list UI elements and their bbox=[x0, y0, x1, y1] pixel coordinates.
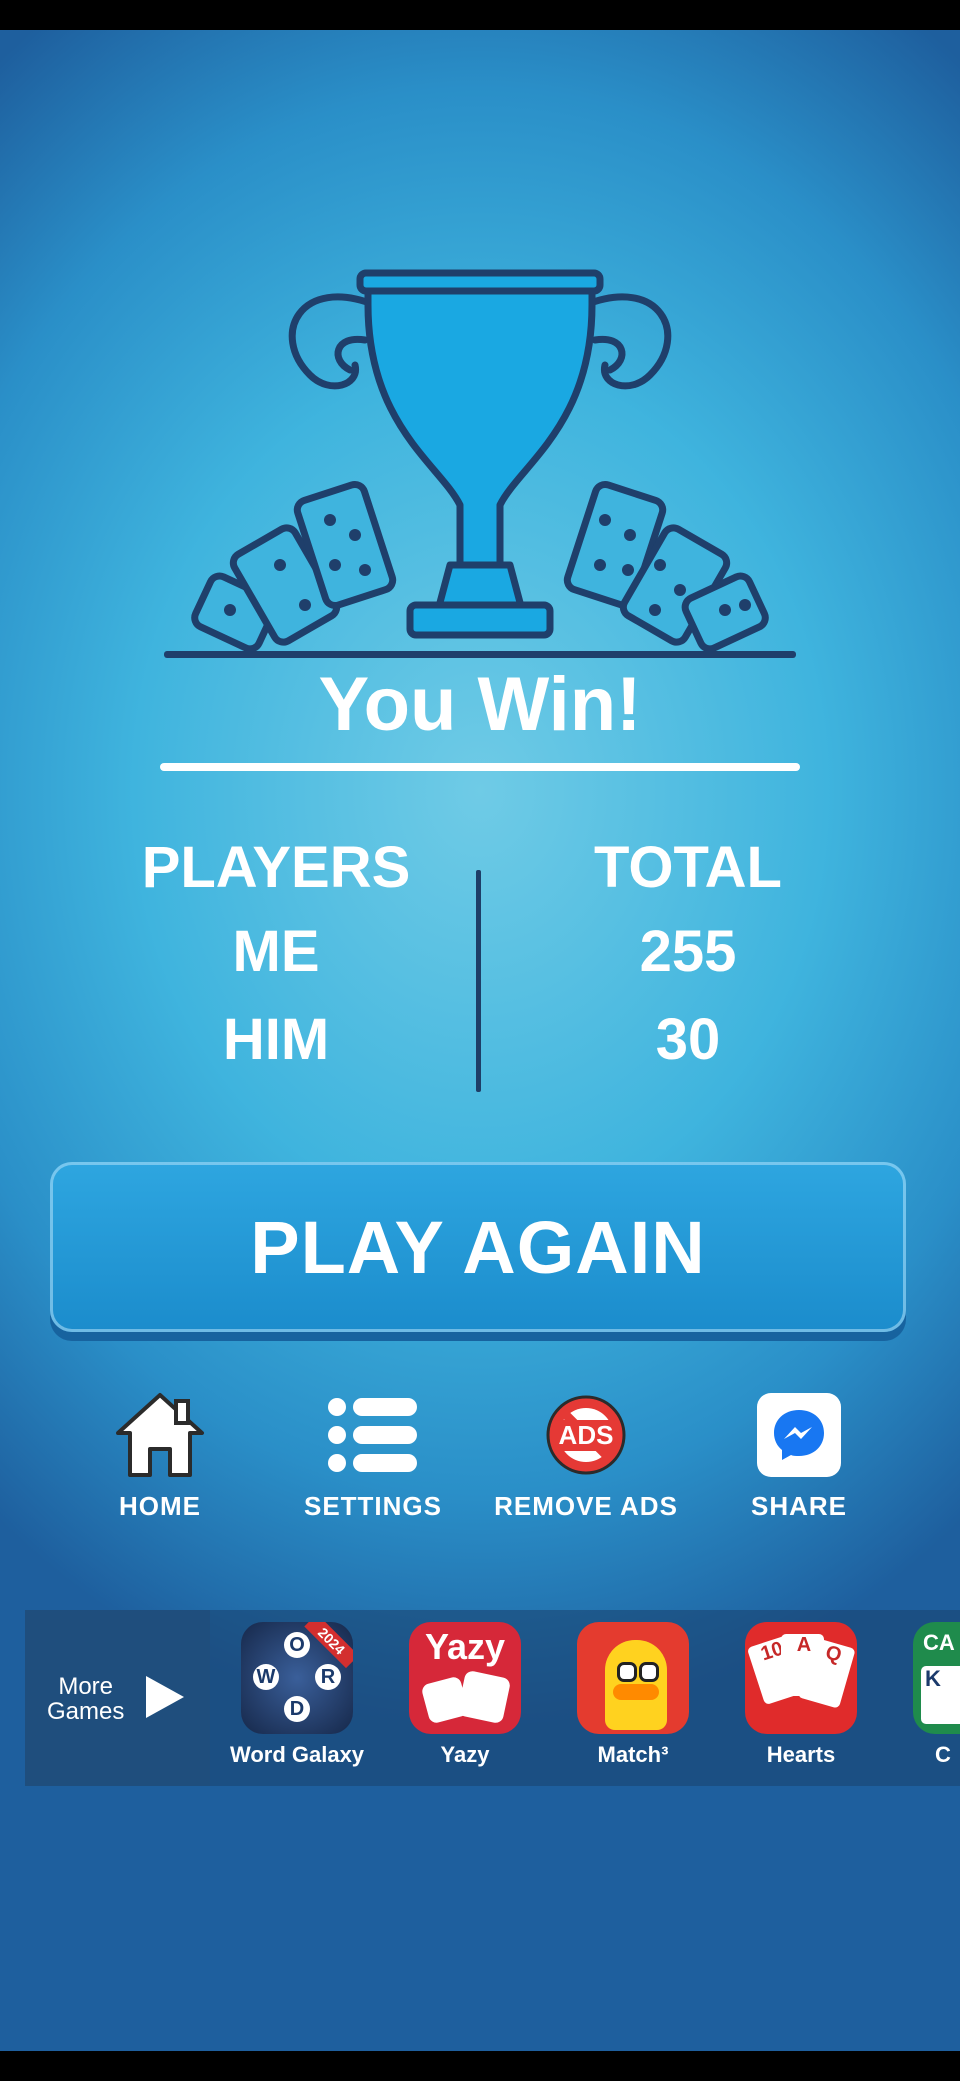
total-header: TOTAL bbox=[594, 835, 782, 900]
game-tile-match3[interactable]: Match³ bbox=[553, 1622, 713, 1768]
game-tile-hearts[interactable]: 10 A Q Hearts bbox=[721, 1622, 881, 1768]
column-divider bbox=[476, 870, 481, 1092]
game-name: C bbox=[935, 1742, 951, 1767]
hearts-cards-icon: 10 A Q bbox=[745, 1622, 857, 1734]
players-column: PLAYERS ME HIM bbox=[116, 828, 436, 1084]
player-total: 255 bbox=[639, 919, 737, 984]
home-button[interactable]: HOME bbox=[60, 1385, 260, 1522]
game-tile-word-galaxy[interactable]: 2024 O W R D Word Galaxy bbox=[217, 1622, 377, 1768]
ads-text: ADS bbox=[555, 1419, 617, 1451]
status-bar bbox=[0, 0, 960, 30]
win-title: You Win! bbox=[318, 662, 642, 747]
play-again-button[interactable]: PLAY AGAIN bbox=[50, 1162, 906, 1332]
remove-ads-button[interactable]: ADS REMOVE ADS bbox=[486, 1385, 686, 1522]
total-column: TOTAL 255 30 bbox=[528, 828, 848, 1084]
word-galaxy-icon: 2024 O W R D bbox=[241, 1622, 353, 1734]
game-tile-partial[interactable]: CA K C bbox=[889, 1622, 960, 1768]
game-tile-yazy[interactable]: Yazy Yazy bbox=[385, 1622, 545, 1768]
game-name: Hearts bbox=[766, 1742, 836, 1767]
yazy-icon: Yazy bbox=[409, 1622, 521, 1734]
share-button[interactable]: SHARE bbox=[699, 1385, 899, 1522]
more-games-label: More Games bbox=[47, 1673, 125, 1725]
bottom-nav: HOME SETTINGS ADS REMOVE ADS SHARE bbox=[0, 1385, 960, 1525]
player-total: 30 bbox=[655, 1007, 721, 1072]
play-arrow-icon bbox=[146, 1676, 184, 1718]
game-name: Yazy bbox=[440, 1742, 490, 1767]
scoreboard: PLAYERS ME HIM TOTAL 255 30 bbox=[0, 828, 960, 1098]
messenger-icon bbox=[749, 1385, 849, 1485]
menu-list-icon bbox=[323, 1385, 423, 1485]
no-ads-icon: ADS bbox=[536, 1385, 636, 1485]
game-name: Match³ bbox=[597, 1742, 669, 1767]
settings-label: SETTINGS bbox=[303, 1491, 442, 1521]
home-label: HOME bbox=[119, 1491, 201, 1521]
game-name: Word Galaxy bbox=[229, 1742, 365, 1767]
trophy-icon bbox=[164, 269, 796, 658]
duck-icon bbox=[577, 1622, 689, 1734]
card-game-icon: CA K bbox=[913, 1622, 960, 1734]
nav-bar bbox=[0, 2051, 960, 2081]
player-name: ME bbox=[232, 919, 320, 984]
home-icon bbox=[110, 1385, 210, 1485]
remove-ads-label: REMOVE ADS bbox=[494, 1491, 678, 1521]
title-underline bbox=[160, 763, 800, 771]
more-games-button[interactable]: More Games bbox=[25, 1610, 210, 1786]
settings-button[interactable]: SETTINGS bbox=[273, 1385, 473, 1522]
share-label: SHARE bbox=[750, 1491, 847, 1521]
player-name: HIM bbox=[222, 1007, 330, 1072]
players-header: PLAYERS bbox=[141, 835, 411, 900]
